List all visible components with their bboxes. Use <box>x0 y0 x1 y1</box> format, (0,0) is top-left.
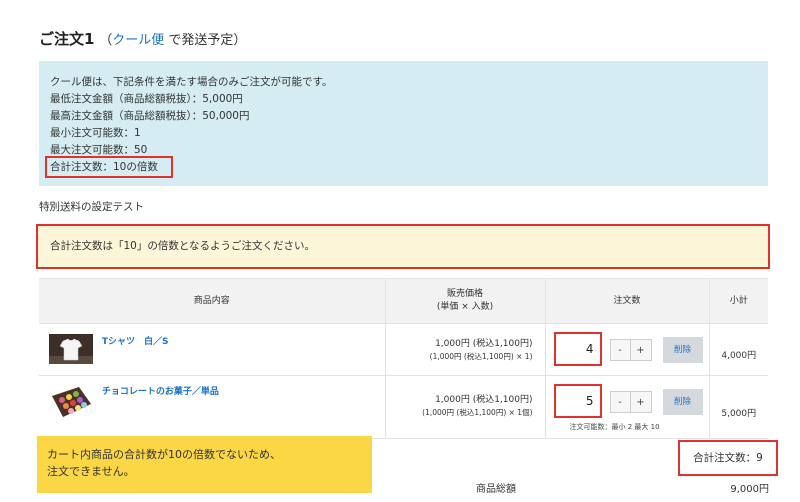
subtotal-cell: 5,000円 <box>708 375 768 439</box>
grand-total-value: 9,000円 <box>730 484 769 495</box>
subtotal-cell: 4,000円 <box>708 323 768 376</box>
table-header-row: 商品内容 販売価格 (単価 × 入数) 注文数 小計 <box>39 278 768 324</box>
error-message-line1: カート内商品の合計数が10の倍数でないため、 <box>47 448 281 461</box>
header-price-line2: (単価 × 入数) <box>436 302 494 312</box>
product-name-link[interactable]: Tシャツ 白／S <box>102 334 169 347</box>
product-cell: チョコレートのお菓子／単品 <box>39 375 385 439</box>
condition-intro: クール便は、下記条件を満たす場合のみご注文が可能です。 <box>50 76 333 88</box>
quantity-stepper: - + <box>609 391 652 413</box>
order-paren-open: （ <box>99 33 113 48</box>
tshirt-image[interactable] <box>49 334 93 364</box>
error-message-popup: カート内商品の合計数が10の倍数でないため、 注文できません。 <box>37 436 372 493</box>
table-row: チョコレートのお菓子／単品 1,000円 (税込1,100円) (1,000円 … <box>39 375 768 439</box>
table-row: Tシャツ 白／S 1,000円 (税込1,100円) (1,000円 (税込1,… <box>39 323 768 376</box>
quantity-stepper: - + <box>609 339 652 361</box>
condition-highlight-frame <box>45 156 173 178</box>
delete-button[interactable]: 削除 <box>662 337 703 363</box>
error-message-line2: 注文できません。 <box>47 465 135 478</box>
quantity-input[interactable]: 4 <box>553 332 602 366</box>
increment-button[interactable]: + <box>630 392 651 412</box>
qty-cell: 4- + 削除 <box>544 323 709 376</box>
chocolate-box-image[interactable] <box>49 384 93 420</box>
shipping-method-link[interactable]: クール便 <box>112 33 164 48</box>
condition-min-qty: 最小注文可能数：1 <box>50 127 141 139</box>
header-qty: 注文数 <box>544 278 709 324</box>
price-cell: 1,000円 (税込1,100円) (1,000円 (税込1,100円) × 1… <box>384 375 545 439</box>
unit-price: 1,000円 (税込1,100円) <box>435 395 533 405</box>
quantity-limit-hint: 注文可能数：最小 2 最大 10 <box>569 423 660 431</box>
product-cell: Tシャツ 白／S <box>39 323 385 376</box>
shipping-method-suffix: で発送予定） <box>164 33 247 48</box>
quantity-warning-box: 合計注文数は「10」の倍数となるようご注文ください。 <box>36 224 770 269</box>
product-name-link[interactable]: チョコレートのお菓子／単品 <box>102 384 219 397</box>
shipping-fee-note: 特別送料の設定テスト <box>39 201 144 213</box>
qty-cell: 5- + 削除 注文可能数：最小 2 最大 10 <box>544 375 709 439</box>
order-number: ご注文1 <box>39 30 95 48</box>
quantity-warning-text: 合計注文数は「10」の倍数となるようご注文ください。 <box>50 240 316 252</box>
price-cell: 1,000円 (税込1,100円) (1,000円 (税込1,100円) × 1… <box>384 323 545 376</box>
header-product: 商品内容 <box>39 278 385 324</box>
header-subtotal: 小計 <box>708 278 768 324</box>
unit-price: 1,000円 (税込1,100円) <box>435 339 533 349</box>
cart-table: 商品内容 販売価格 (単価 × 入数) 注文数 小計 Tシャツ 白／S 1,00… <box>39 278 768 439</box>
total-quantity: 合計注文数：9 <box>678 440 778 476</box>
condition-min-amount: 最低注文金額（商品総額税抜）：5,000円 <box>50 93 243 105</box>
grand-total-label: 商品総額 <box>476 484 516 495</box>
unit-price-detail: (1,000円 (税込1,100円) × 1) <box>429 352 533 361</box>
decrement-button[interactable]: - <box>610 392 631 412</box>
quantity-input[interactable]: 5 <box>553 384 602 418</box>
header-price: 販売価格 (単価 × 入数) <box>384 278 545 324</box>
increment-button[interactable]: + <box>630 340 651 360</box>
decrement-button[interactable]: - <box>610 340 631 360</box>
condition-max-amount: 最高注文金額（商品総額税抜）：50,000円 <box>50 110 250 122</box>
header-price-line1: 販売価格 <box>446 289 483 299</box>
order-title: ご注文1 （クール便 で発送予定） <box>39 28 246 49</box>
delete-button[interactable]: 削除 <box>662 389 703 415</box>
unit-price-detail: (1,000円 (税込1,100円) × 1個) <box>422 408 533 417</box>
